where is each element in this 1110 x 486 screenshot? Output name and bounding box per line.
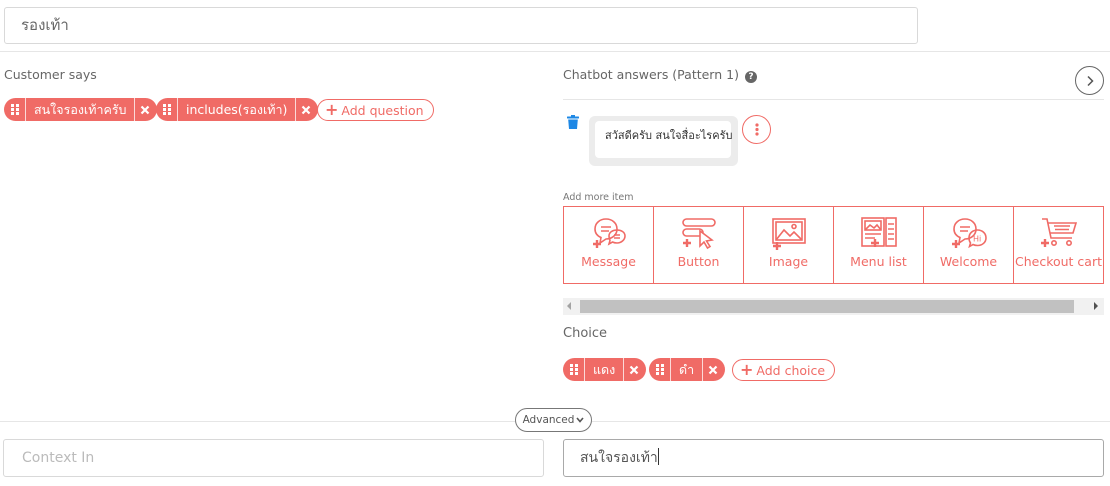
customer-says-label: Customer says — [4, 67, 97, 82]
advanced-label: Advanced — [522, 414, 575, 426]
plus-icon: + — [740, 360, 754, 379]
question-chip[interactable]: สนใจรองเท้าครับ — [4, 98, 158, 121]
svg-text:Hi: Hi — [973, 235, 981, 244]
add-welcome-label: Welcome — [939, 254, 998, 269]
more-options-button[interactable] — [742, 115, 771, 144]
button-icon — [681, 218, 716, 250]
image-icon — [771, 218, 806, 250]
welcome-icon: Hi — [951, 218, 987, 249]
answer-input[interactable]: สนใจรองเท้า — [563, 439, 1104, 477]
message-icon — [592, 218, 626, 248]
plus-icon: + — [325, 100, 339, 119]
add-question-label: Add question — [341, 102, 424, 118]
context-in-input[interactable]: Context In — [3, 439, 544, 477]
choice-chip-label[interactable]: ดำ — [671, 358, 704, 381]
divider — [0, 51, 1110, 52]
choice-chip[interactable]: แดง — [563, 358, 647, 381]
chevron-right-icon — [1086, 75, 1094, 86]
checkout-cart-icon — [1040, 218, 1077, 247]
menu-list-icon — [860, 217, 897, 247]
add-button-item[interactable]: Button — [654, 207, 744, 283]
add-menu-list-label: Menu list — [850, 254, 907, 269]
help-icon[interactable]: ? — [744, 71, 757, 83]
question-chip[interactable]: includes(รองเท้า) — [156, 98, 319, 121]
scroll-right-icon[interactable] — [1094, 302, 1098, 310]
add-message-label: Message — [581, 254, 636, 269]
add-welcome-item[interactable]: Hi Welcome — [924, 207, 1014, 283]
add-question-button[interactable]: + Add question — [317, 99, 434, 121]
text-caret — [657, 448, 659, 465]
message-text[interactable]: สวัสดีครับ สนใจสื่อะไรครับ — [605, 129, 732, 142]
scroll-left-icon[interactable] — [567, 302, 571, 310]
chatbot-answers-label: Chatbot answers (Pattern 1) — [563, 67, 739, 82]
answer-input-text: สนใจรองเท้า — [580, 450, 658, 466]
intent-name-input[interactable]: รองเท้า — [4, 7, 918, 44]
add-message-item[interactable]: Message — [564, 207, 654, 283]
chatbot-answers-title: Chatbot answers (Pattern 1) ? — [563, 67, 757, 83]
add-choice-button[interactable]: + Add choice — [732, 359, 836, 381]
item-type-scroller: Message Button Image Menu list Hi Welcom… — [563, 206, 1104, 284]
scrollbar-thumb[interactable] — [580, 300, 1074, 313]
drag-handle-icon[interactable] — [4, 98, 26, 121]
drag-handle-icon[interactable] — [156, 98, 178, 121]
remove-icon[interactable] — [135, 98, 157, 121]
next-pattern-button[interactable] — [1075, 66, 1104, 95]
choice-chip[interactable]: ดำ — [649, 358, 726, 381]
add-checkout-cart-item[interactable]: Checkout cart — [1014, 207, 1104, 283]
choice-chip-label[interactable]: แดง — [585, 358, 625, 381]
add-image-item[interactable]: Image — [744, 207, 834, 283]
add-checkout-cart-label: Checkout cart — [1014, 254, 1103, 269]
more-vertical-icon — [754, 123, 759, 136]
chevron-down-icon — [576, 417, 585, 423]
drag-handle-icon[interactable] — [649, 358, 671, 381]
question-chip-label[interactable]: สนใจรองเท้าครับ — [26, 98, 136, 121]
remove-icon[interactable] — [703, 358, 725, 381]
trash-icon[interactable] — [566, 115, 580, 134]
remove-icon[interactable] — [624, 358, 646, 381]
add-choice-label: Add choice — [756, 362, 826, 378]
add-more-item-label: Add more item — [563, 192, 634, 203]
add-image-label: Image — [768, 254, 809, 269]
drag-handle-icon[interactable] — [563, 358, 585, 381]
choice-label: Choice — [563, 326, 608, 341]
add-button-label: Button — [677, 254, 720, 269]
add-menu-list-item[interactable]: Menu list — [834, 207, 924, 283]
divider — [563, 99, 1104, 100]
question-chip-label[interactable]: includes(รองเท้า) — [178, 98, 297, 121]
remove-icon[interactable] — [296, 98, 318, 121]
message-bubble[interactable]: สวัสดีครับ สนใจสื่อะไรครับ — [595, 121, 732, 158]
advanced-toggle-button[interactable]: Advanced — [515, 408, 592, 432]
